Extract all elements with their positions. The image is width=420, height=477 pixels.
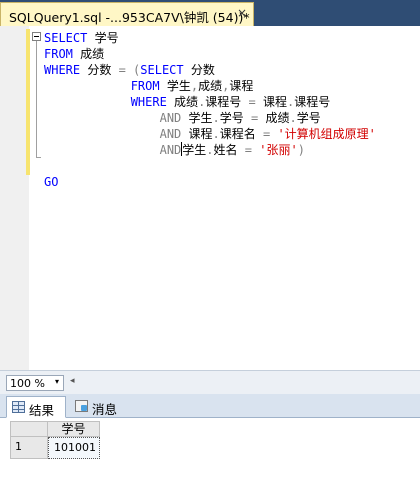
- row-number[interactable]: 1: [10, 437, 48, 459]
- code-line[interactable]: WHERE 成绩.课程号 = 课程.课程号: [44, 94, 376, 110]
- document-tab-bar: SQLQuery1.sql -...953CA7V\钟凯 (54))* ×: [0, 0, 420, 26]
- code-token: '张丽': [252, 143, 298, 157]
- code-line[interactable]: GO: [44, 174, 376, 190]
- code-line[interactable]: AND学生.姓名 = '张丽'): [44, 142, 376, 158]
- code-token: 课程: [181, 127, 213, 141]
- collapse-icon[interactable]: [32, 32, 41, 41]
- code-token: WHERE: [44, 63, 81, 77]
- query-tab-title: SQLQuery1.sql -...953CA7V\钟凯 (54))*: [9, 10, 250, 25]
- results-grid: 学号 1 101001: [0, 418, 420, 477]
- code-token: 学生: [181, 111, 213, 125]
- code-token: =: [248, 95, 256, 109]
- code-token: 成绩: [166, 95, 199, 109]
- code-token: .: [206, 143, 214, 157]
- code-line[interactable]: FROM 成绩: [44, 46, 376, 62]
- code-token: 姓名: [213, 143, 245, 157]
- code-token: 课程名: [219, 127, 263, 141]
- code-token: GO: [44, 175, 59, 189]
- messages-icon: [75, 400, 88, 412]
- outline-guide: [36, 38, 37, 158]
- outline-end: [36, 157, 41, 158]
- code-token: SELECT: [140, 63, 184, 77]
- code-token: 分数: [183, 63, 215, 77]
- tab-messages-label: 消息: [92, 402, 118, 417]
- code-token: 学生: [159, 79, 191, 93]
- results-tab-strip: 结果 消息: [0, 394, 420, 418]
- code-token: .: [289, 111, 297, 125]
- grid-icon: [12, 401, 25, 413]
- code-token: .: [212, 127, 220, 141]
- zoom-value: 100 %: [10, 377, 45, 390]
- editor-margin: [0, 26, 29, 370]
- change-tracking-bar: [26, 29, 30, 175]
- code-token: 课程: [229, 79, 254, 93]
- code-token: ,: [190, 79, 199, 93]
- code-line[interactable]: [44, 158, 376, 174]
- close-icon[interactable]: ×: [237, 6, 247, 20]
- grid-corner[interactable]: [10, 421, 48, 437]
- code-token: 课程: [255, 95, 287, 109]
- code-token: AND: [159, 111, 182, 125]
- tab-results[interactable]: 结果: [6, 396, 66, 418]
- code-line[interactable]: FROM 学生,成绩,课程: [44, 78, 376, 94]
- code-token: 学号: [296, 111, 321, 125]
- code-token: AND: [159, 143, 182, 157]
- zoom-dropdown[interactable]: 100 % ▾: [6, 375, 64, 391]
- code-token: FROM: [130, 79, 160, 93]
- chevron-down-icon: ▾: [55, 377, 60, 386]
- code-token: 成绩: [72, 47, 105, 61]
- code-token: 成绩: [198, 79, 223, 93]
- code-token: 分数: [80, 63, 119, 77]
- code-token: 学生: [182, 143, 207, 157]
- tab-results-label: 结果: [29, 403, 55, 418]
- code-token: 课程号: [205, 95, 249, 109]
- code-text[interactable]: SELECT 学号 FROM 成绩 WHERE 分数 = (SELECT 分数 FR…: [44, 30, 376, 190]
- scroll-left-icon[interactable]: ◂: [70, 376, 75, 386]
- code-token: AND: [159, 127, 182, 141]
- code-token: .: [212, 111, 220, 125]
- code-token: =: [244, 143, 252, 157]
- code-token: WHERE: [130, 95, 167, 109]
- column-header[interactable]: 学号: [48, 421, 100, 437]
- code-token: SELECT: [44, 31, 88, 45]
- code-token: '计算机组成原理': [270, 127, 376, 141]
- code-line[interactable]: WHERE 分数 = (SELECT 分数: [44, 62, 376, 78]
- zoom-bar: 100 % ▾ ◂: [0, 370, 420, 394]
- code-token: FROM: [44, 47, 73, 61]
- code-token: 成绩: [258, 111, 290, 125]
- tab-messages[interactable]: 消息: [70, 396, 124, 418]
- code-line[interactable]: SELECT 学号: [44, 30, 376, 46]
- code-line[interactable]: AND 课程.课程名 = '计算机组成原理': [44, 126, 376, 142]
- code-token: 学号: [87, 31, 119, 45]
- table-cell[interactable]: 101001: [48, 437, 100, 459]
- code-token: = (: [118, 63, 141, 77]
- code-line[interactable]: AND 学生.学号 = 成绩.学号: [44, 110, 376, 126]
- code-token: 课程号: [294, 95, 331, 109]
- code-token: 学号: [219, 111, 251, 125]
- code-token: ): [297, 143, 305, 157]
- query-document-tab[interactable]: SQLQuery1.sql -...953CA7V\钟凯 (54))* ×: [0, 2, 254, 26]
- sql-editor[interactable]: SELECT 学号 FROM 成绩 WHERE 分数 = (SELECT 分数 FR…: [0, 26, 420, 370]
